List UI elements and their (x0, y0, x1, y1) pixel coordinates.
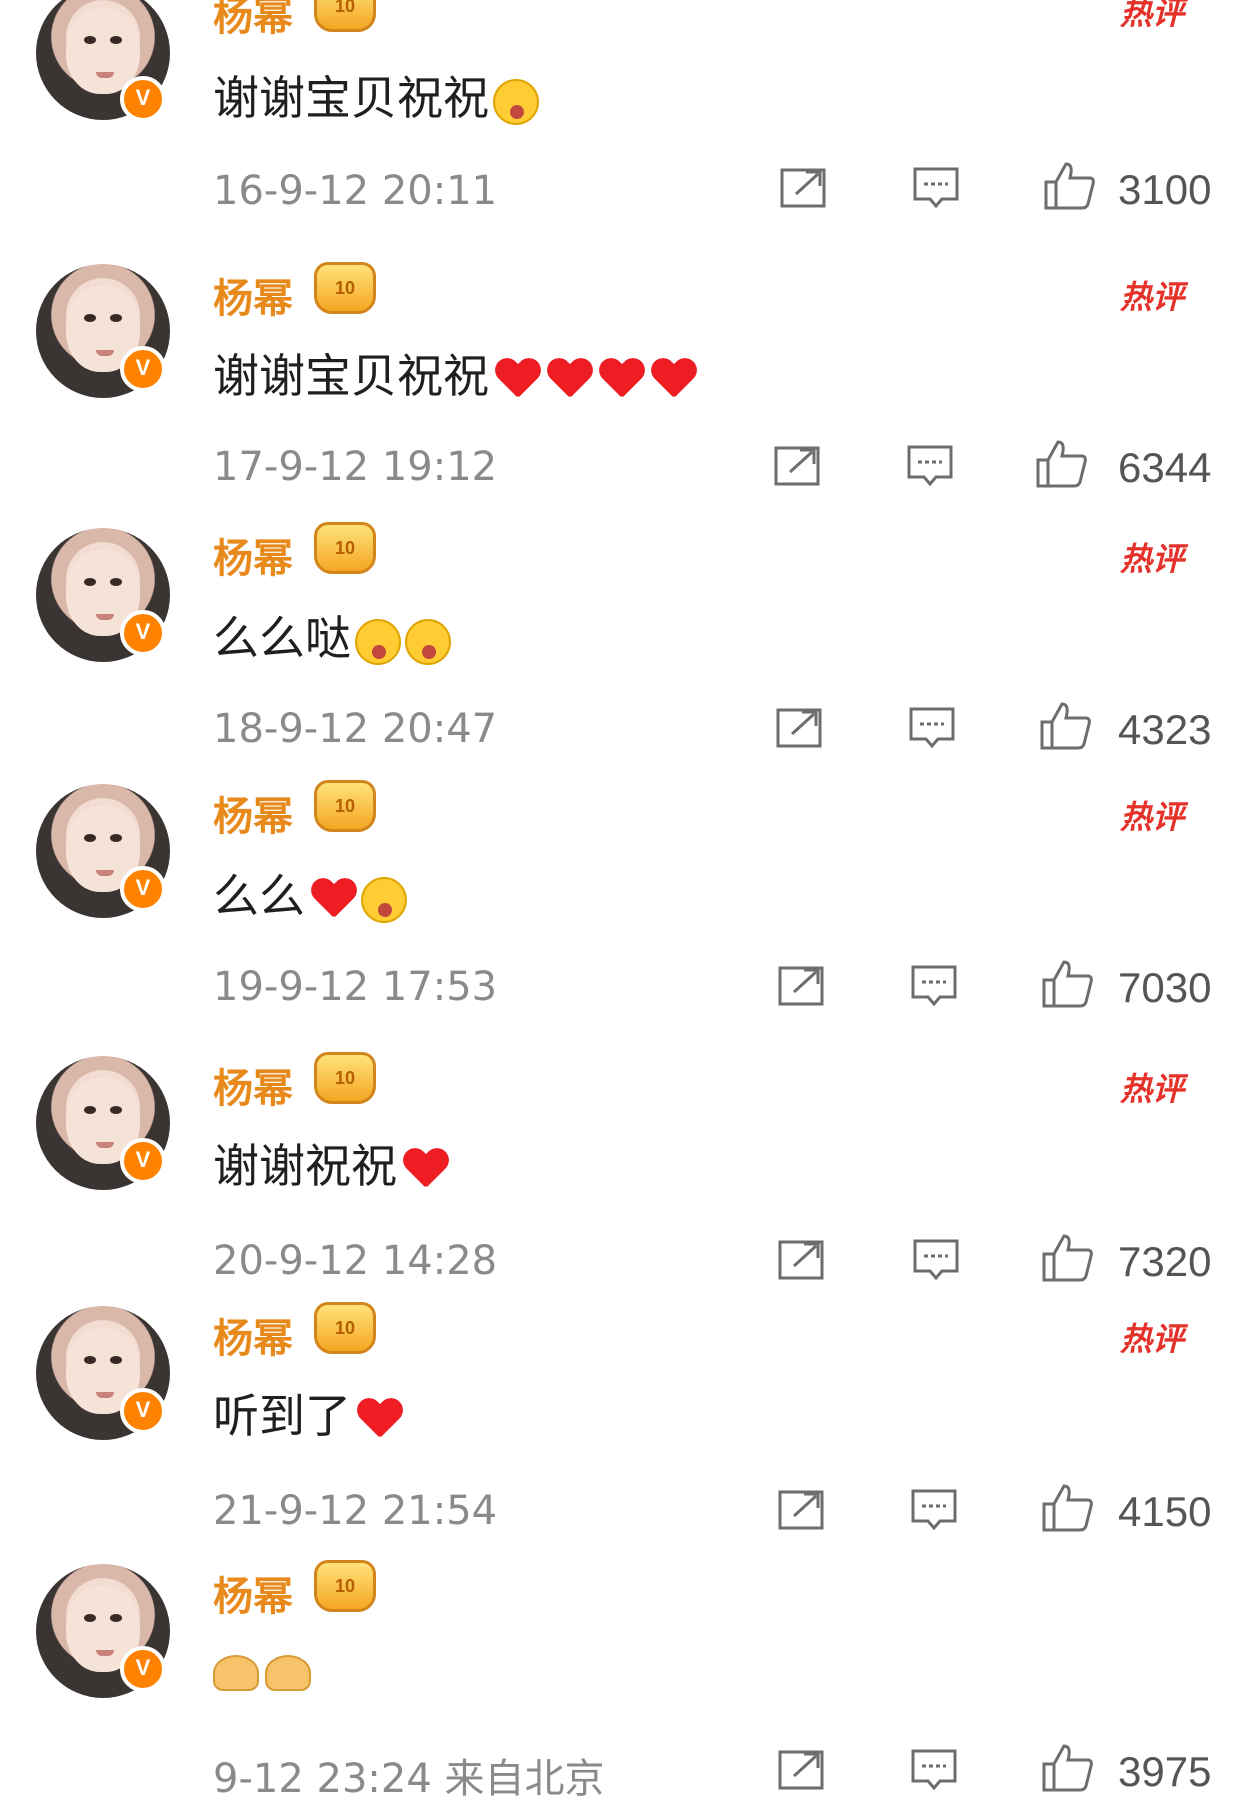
heart-icon (495, 359, 541, 401)
verified-badge-icon: V (120, 1646, 166, 1692)
verified-badge-icon: V (120, 610, 166, 656)
like-icon[interactable] (1034, 438, 1088, 488)
verified-badge-icon: V (120, 866, 166, 912)
like-icon[interactable] (1042, 160, 1096, 210)
hot-comment-badge: 热评 (1120, 540, 1185, 578)
hot-comment-badge: 热评 (1120, 798, 1185, 836)
like-count: 3100 (1118, 166, 1212, 213)
share-icon[interactable] (778, 1238, 826, 1280)
kiss-face-icon (361, 876, 407, 923)
username[interactable]: 杨幂 (213, 1306, 293, 1364)
member-crown-icon: 10 (314, 780, 376, 832)
comment-time: 16-9-12 20:11 (213, 168, 498, 214)
like-count: 4150 (1118, 1488, 1212, 1535)
comment-icon[interactable] (912, 166, 960, 210)
heart-icon (311, 879, 357, 921)
verified-badge-icon: V (120, 1138, 166, 1184)
comment-text (213, 1642, 317, 1696)
comment-text-content: 听到了 (213, 1389, 351, 1443)
scream-face-icon (355, 618, 401, 665)
comment-time: 21-9-12 21:54 (213, 1488, 498, 1534)
username[interactable]: 杨幂 (213, 0, 293, 42)
comment-icon[interactable] (910, 1748, 958, 1792)
username[interactable]: 杨幂 (213, 526, 293, 584)
scream-face-icon (405, 618, 451, 665)
hot-comment-badge: 热评 (1120, 1320, 1185, 1358)
hot-comment-badge: 热评 (1120, 278, 1185, 316)
comment-time: 20-9-12 14:28 (213, 1238, 498, 1284)
hot-comment-badge: 热评 (1120, 0, 1185, 32)
like-icon[interactable] (1040, 1482, 1094, 1532)
comment-icon[interactable] (910, 964, 958, 1008)
verified-badge-icon: V (120, 1388, 166, 1434)
like-count: 3975 (1118, 1748, 1212, 1795)
comment-text: 么么 (213, 860, 407, 926)
comment-icon[interactable] (912, 1238, 960, 1282)
member-crown-icon: 10 (314, 522, 376, 574)
share-icon[interactable] (778, 1488, 826, 1530)
like-count: 7030 (1118, 964, 1212, 1011)
comment-text-content: 谢谢祝祝 (213, 1139, 397, 1193)
comment-text: 谢谢宝贝祝祝 (213, 62, 539, 128)
comment-text-content: 么么 (213, 869, 305, 923)
comment-icon[interactable] (908, 706, 956, 750)
comment-text-content: 么么哒 (213, 611, 351, 665)
member-crown-icon: 10 (314, 1302, 376, 1354)
like-icon[interactable] (1038, 700, 1092, 750)
heart-icon (547, 359, 593, 401)
member-crown-icon: 10 (314, 262, 376, 314)
comment-text: 谢谢宝贝祝祝 (213, 340, 697, 406)
like-icon[interactable] (1040, 1742, 1094, 1792)
share-icon[interactable] (778, 1748, 826, 1790)
comment-icon[interactable] (906, 444, 954, 488)
like-count: 7320 (1118, 1238, 1212, 1285)
share-icon[interactable] (780, 166, 828, 208)
comment-time: 17-9-12 19:12 (213, 444, 498, 490)
heart-icon (599, 359, 645, 401)
comment-icon[interactable] (910, 1488, 958, 1532)
member-crown-icon: 10 (314, 1052, 376, 1104)
username[interactable]: 杨幂 (213, 1564, 293, 1622)
heart-icon (403, 1149, 449, 1191)
like-icon[interactable] (1040, 1232, 1094, 1282)
comment-time: 9-12 23:24 来自北京 (213, 1756, 605, 1802)
share-icon[interactable] (778, 964, 826, 1006)
comment-text-content: 谢谢宝贝祝祝 (213, 71, 489, 125)
comment-time: 19-9-12 17:53 (213, 964, 498, 1010)
username[interactable]: 杨幂 (213, 266, 293, 324)
comment-text: 谢谢祝祝 (213, 1130, 449, 1196)
like-icon[interactable] (1040, 958, 1094, 1008)
username[interactable]: 杨幂 (213, 1056, 293, 1114)
like-count: 6344 (1118, 444, 1212, 491)
heart-icon (357, 1399, 403, 1441)
like-count: 4323 (1118, 706, 1212, 753)
verified-badge-icon: V (120, 76, 166, 122)
hot-comment-badge: 热评 (1120, 1070, 1185, 1108)
pray-icon (265, 1654, 311, 1691)
member-crown-icon: 10 (314, 1560, 376, 1612)
share-icon[interactable] (774, 444, 822, 486)
comment-time: 18-9-12 20:47 (213, 706, 498, 752)
comment-text: 么么哒 (213, 602, 451, 668)
username[interactable]: 杨幂 (213, 784, 293, 842)
member-crown-icon: 10 (314, 0, 376, 32)
share-icon[interactable] (776, 706, 824, 748)
pray-icon (213, 1654, 259, 1691)
comment-text: 听到了 (213, 1380, 403, 1446)
heart-icon (651, 359, 697, 401)
verified-badge-icon: V (120, 346, 166, 392)
comment-text-content: 谢谢宝贝祝祝 (213, 349, 489, 403)
kiss-face-icon (493, 78, 539, 125)
